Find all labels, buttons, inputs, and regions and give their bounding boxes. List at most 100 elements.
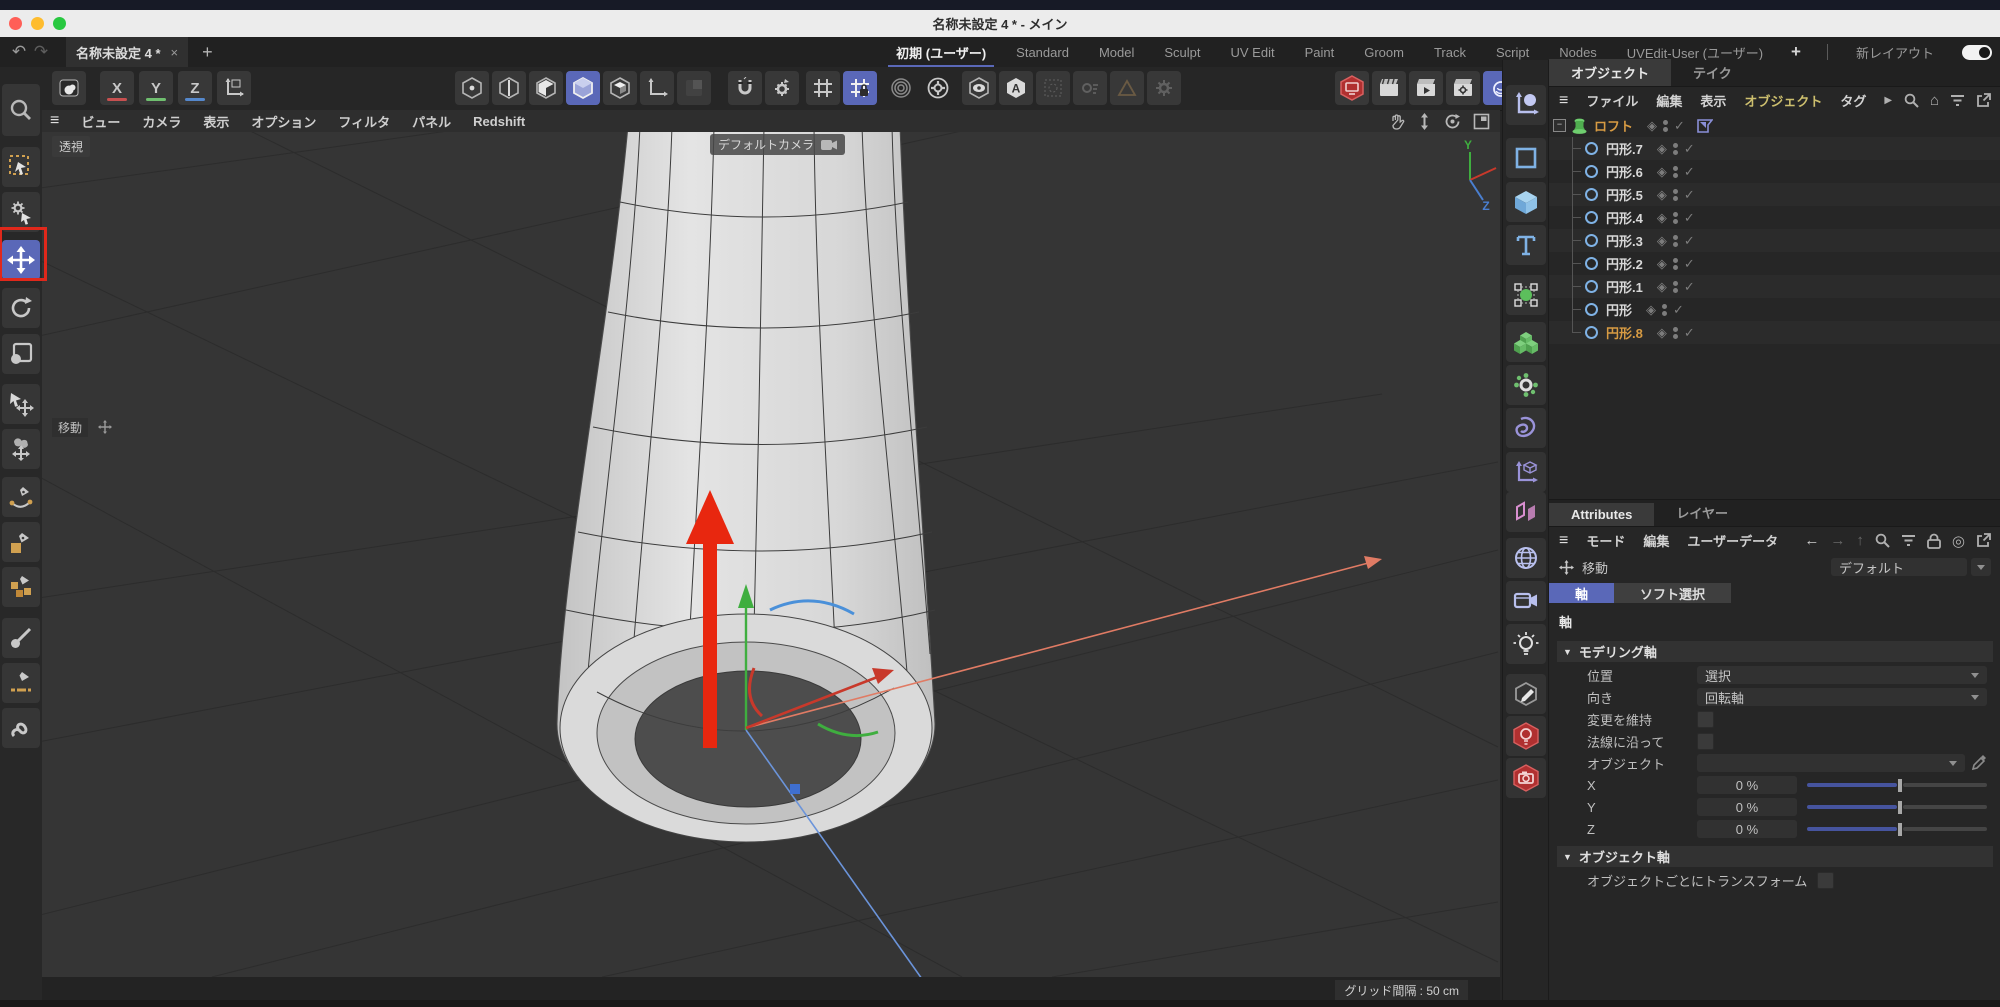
enabled-check-icon[interactable]: ✓: [1684, 164, 1695, 180]
layout-tab-groom[interactable]: Groom: [1362, 39, 1406, 66]
enabled-check-icon[interactable]: ✓: [1684, 187, 1695, 203]
add-layout-button[interactable]: +: [1791, 42, 1801, 62]
orientation-dropdown[interactable]: 回転軸: [1697, 688, 1987, 706]
layers-icon[interactable]: ◈: [1657, 187, 1667, 203]
object-row[interactable]: 円形◈✓: [1549, 298, 2000, 321]
document-tab[interactable]: 名称未設定 4 * ×: [66, 37, 188, 67]
measure-button[interactable]: [1110, 71, 1144, 105]
menu-options[interactable]: オプション: [251, 112, 316, 131]
sketch-tool-button[interactable]: [2, 663, 40, 703]
attributes-hamburger-icon[interactable]: ≡: [1559, 532, 1568, 550]
object-row[interactable]: 円形.5◈✓: [1549, 183, 2000, 206]
orbit-icon[interactable]: [1444, 113, 1461, 130]
menu-filter[interactable]: フィルタ: [338, 112, 390, 131]
layers-icon[interactable]: ◈: [1657, 279, 1667, 295]
model-mode-button[interactable]: [566, 71, 600, 105]
layout-tab-track[interactable]: Track: [1432, 39, 1468, 66]
field-object-button[interactable]: [1506, 275, 1546, 315]
simulation-button[interactable]: [1506, 365, 1546, 405]
popout-icon[interactable]: [1976, 93, 1991, 108]
enabled-check-icon[interactable]: ✓: [1684, 279, 1695, 295]
attr-menu-mode[interactable]: モード: [1586, 531, 1625, 550]
workplane-button[interactable]: [640, 71, 674, 105]
layers-icon[interactable]: ◈: [1657, 210, 1667, 226]
grid-lock-button[interactable]: [843, 71, 877, 105]
object-manager-empty-area[interactable]: [1549, 344, 2000, 499]
rotate-tool-button[interactable]: [2, 288, 40, 328]
search-icon[interactable]: [1875, 533, 1890, 548]
keep-changes-checkbox[interactable]: [1697, 711, 1714, 728]
position-dropdown[interactable]: 選択: [1697, 666, 1987, 684]
attr-menu-edit[interactable]: 編集: [1643, 531, 1669, 550]
object-row[interactable]: 円形.1◈✓: [1549, 275, 2000, 298]
filter-settings-button[interactable]: [1073, 71, 1107, 105]
tab-soft-selection[interactable]: ソフト選択: [1614, 583, 1731, 603]
z-slider[interactable]: [1807, 822, 1987, 836]
visibility-dots-icon[interactable]: [1663, 118, 1668, 134]
menu-view[interactable]: ビュー: [81, 112, 120, 131]
tab-layers[interactable]: レイヤー: [1654, 499, 1750, 526]
phong-tag-icon[interactable]: [1697, 119, 1713, 133]
render-view-button[interactable]: [52, 71, 86, 105]
volume-builder-button[interactable]: [1506, 322, 1546, 362]
snap-settings-button[interactable]: [765, 71, 799, 105]
om-menu-file[interactable]: ファイル: [1586, 91, 1638, 110]
coordinate-system-button[interactable]: [217, 71, 251, 105]
layers-icon[interactable]: ◈: [1647, 118, 1657, 134]
null-object-button[interactable]: [1506, 85, 1546, 125]
spline-smooth-button[interactable]: [2, 708, 40, 748]
redshift-camera-button[interactable]: [1506, 758, 1546, 798]
popout-icon[interactable]: [1976, 533, 1991, 548]
render-to-viewer-button[interactable]: [1409, 71, 1443, 105]
tool-settings-button[interactable]: [1147, 71, 1181, 105]
x-slider[interactable]: [1807, 778, 1987, 792]
filter-icon[interactable]: [1901, 534, 1916, 547]
modeling-axis-header[interactable]: ▼モデリング軸: [1557, 641, 1993, 662]
menu-redshift[interactable]: Redshift: [473, 114, 525, 129]
snap-button[interactable]: [728, 71, 762, 105]
filter-icon[interactable]: [1950, 94, 1965, 107]
spline-rectangle-button[interactable]: [1506, 138, 1546, 178]
layers-icon[interactable]: ◈: [1657, 164, 1667, 180]
tweak-tool-button[interactable]: [2, 192, 40, 232]
y-value-field[interactable]: 0 %: [1697, 798, 1797, 816]
layout-tab-sculpt[interactable]: Sculpt: [1162, 39, 1202, 66]
om-menu-objects[interactable]: オブジェクト: [1744, 91, 1822, 110]
object-row[interactable]: 円形.6◈✓: [1549, 160, 2000, 183]
camera-object-button[interactable]: [1506, 581, 1546, 621]
attr-menu-userdata[interactable]: ユーザーデータ: [1687, 531, 1778, 550]
history-back-icon[interactable]: ←: [1804, 532, 1819, 549]
viewport-3d-canvas[interactable]: 透視 デフォルトカメラ 移動 Y X Z: [42, 132, 1500, 977]
modeling-pen-button[interactable]: [2, 567, 40, 607]
multi-move-tool-button[interactable]: [2, 429, 40, 469]
enabled-check-icon[interactable]: ✓: [1674, 118, 1685, 134]
visibility-button[interactable]: [962, 71, 996, 105]
preset-dropdown-button[interactable]: [1971, 558, 1991, 576]
redshift-light-button[interactable]: [1506, 716, 1546, 756]
object-row[interactable]: 円形.3◈✓: [1549, 229, 2000, 252]
preset-dropdown[interactable]: デフォルト: [1831, 558, 1967, 576]
layers-icon[interactable]: ◈: [1657, 141, 1667, 157]
along-normals-checkbox[interactable]: [1697, 733, 1714, 750]
layers-icon[interactable]: ◈: [1646, 302, 1656, 318]
x-axis-lock-button[interactable]: X: [100, 71, 134, 105]
polygons-mode-button[interactable]: [529, 71, 563, 105]
y-axis-lock-button[interactable]: Y: [139, 71, 173, 105]
layout-tab-uvedit[interactable]: UV Edit: [1229, 39, 1277, 66]
text-object-button[interactable]: [1506, 225, 1546, 265]
enabled-check-icon[interactable]: ✓: [1684, 233, 1695, 249]
menu-overflow-icon[interactable]: ▶: [1884, 95, 1892, 106]
rectangle-spline-button[interactable]: [2, 522, 40, 562]
y-slider[interactable]: [1807, 800, 1987, 814]
search-icon[interactable]: [1904, 93, 1919, 108]
lock-icon[interactable]: [1927, 533, 1941, 549]
object-row[interactable]: 円形.7◈✓: [1549, 137, 2000, 160]
pan-hand-icon[interactable]: [1388, 113, 1405, 130]
transform-tool-button[interactable]: [2, 384, 40, 424]
menu-display[interactable]: 表示: [203, 112, 229, 131]
workplane-object-button[interactable]: [1506, 452, 1546, 492]
tab-attributes[interactable]: Attributes: [1549, 503, 1654, 526]
close-tab-icon[interactable]: ×: [171, 45, 179, 60]
layers-icon[interactable]: ◈: [1657, 233, 1667, 249]
material-edit-button[interactable]: [1506, 674, 1546, 714]
